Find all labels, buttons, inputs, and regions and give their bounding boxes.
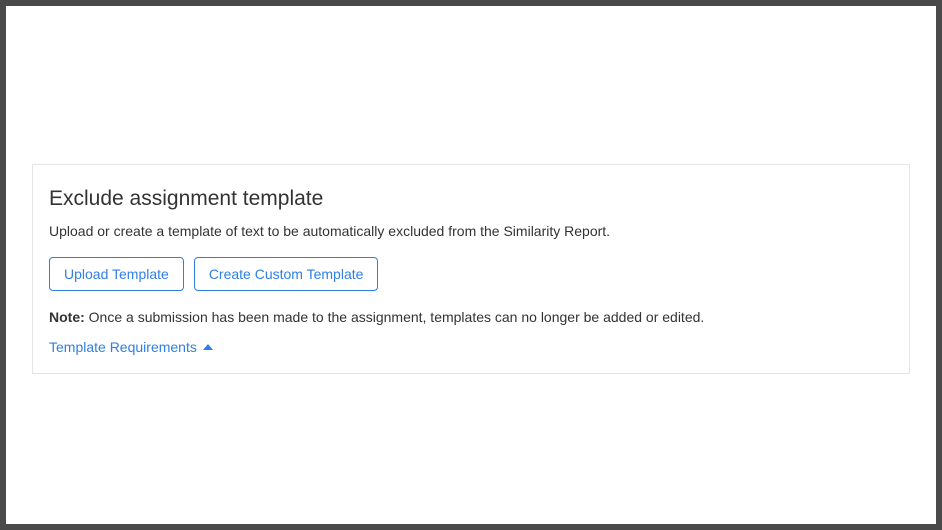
section-description: Upload or create a template of text to b… xyxy=(49,223,893,239)
upload-template-button[interactable]: Upload Template xyxy=(49,257,184,291)
chevron-up-icon xyxy=(203,344,213,350)
note-line: Note: Once a submission has been made to… xyxy=(49,309,893,325)
template-requirements-toggle[interactable]: Template Requirements xyxy=(49,339,213,355)
section-title: Exclude assignment template xyxy=(49,187,893,211)
create-custom-template-button[interactable]: Create Custom Template xyxy=(194,257,379,291)
content-area: Exclude assignment template Upload or cr… xyxy=(6,6,936,524)
note-label: Note: xyxy=(49,309,85,325)
button-row: Upload Template Create Custom Template xyxy=(49,257,893,291)
window-frame: Exclude assignment template Upload or cr… xyxy=(0,0,942,530)
note-text: Once a submission has been made to the a… xyxy=(85,309,705,325)
template-requirements-label: Template Requirements xyxy=(49,339,197,355)
exclude-template-panel: Exclude assignment template Upload or cr… xyxy=(32,164,910,374)
